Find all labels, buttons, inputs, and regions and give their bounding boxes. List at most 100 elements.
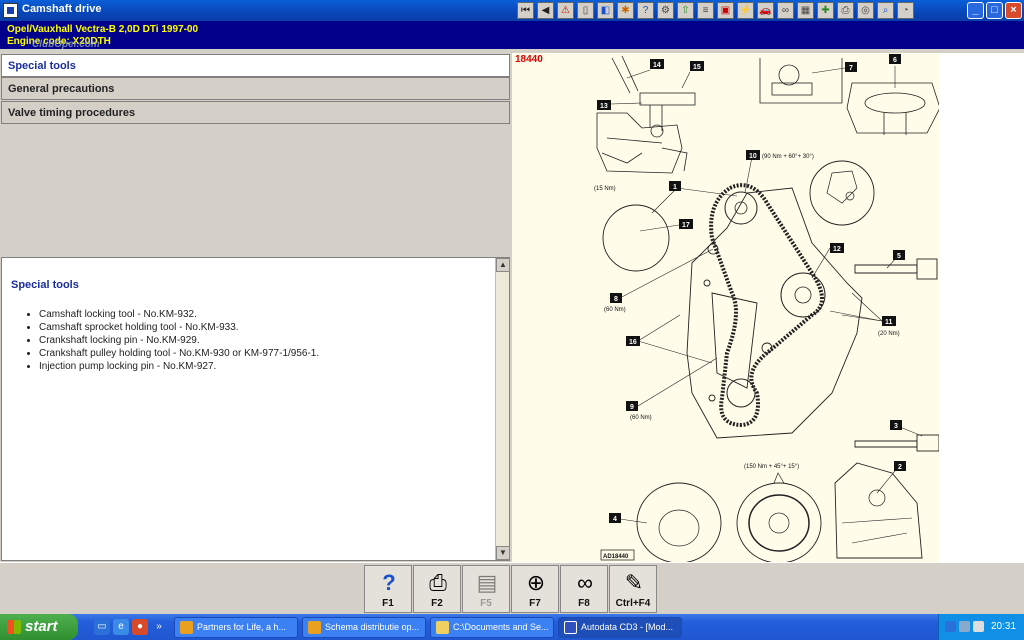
notepad-icon: ✎	[624, 570, 644, 595]
fkey-label: F8	[578, 598, 590, 609]
warning-icon[interactable]: ⚠	[557, 2, 574, 19]
chrome-icon	[180, 621, 193, 634]
torque-label: (90 Nm + 60°+ 30°)	[762, 154, 814, 160]
app-icon[interactable]	[3, 3, 18, 18]
callout-label: 16	[629, 339, 637, 346]
f7-button[interactable]: ⊕ F7	[511, 565, 559, 613]
f1-help-button[interactable]: ? F1	[364, 565, 412, 613]
electrical-icon[interactable]: ⚡	[737, 2, 754, 19]
nav-item-general-precautions[interactable]: General precautions	[1, 77, 510, 100]
f2-print-button[interactable]: ⎙ F2	[413, 565, 461, 613]
desktop-icon[interactable]: ▭	[94, 619, 110, 635]
fkey-label: Ctrl+F4	[615, 598, 651, 609]
timing-diagram: 14 15 13 7 6 10 1 17 12 5 8 11 16 9 3 2 …	[512, 53, 939, 562]
f5-manual-button[interactable]: ▤ F5	[462, 565, 510, 613]
figure-code: AD18440	[603, 554, 629, 560]
clock: 20:31	[991, 621, 1017, 632]
taskbar: start ▭ e ● » Partners for Life, a h... …	[0, 614, 1024, 640]
inset-marks-circle	[809, 160, 875, 226]
close-button[interactable]: ×	[1005, 2, 1022, 19]
pump-locking-pin	[854, 434, 939, 452]
task-label: Partners for Life, a h...	[197, 622, 287, 632]
callout-label: 11	[885, 319, 893, 326]
callout-label: 12	[833, 246, 841, 253]
scroll-up-arrow-icon[interactable]: ▲	[496, 258, 510, 272]
minimize-button[interactable]: _	[967, 2, 984, 19]
wheel-icon[interactable]: ◎	[857, 2, 874, 19]
navigation-back-icon[interactable]: ◀	[537, 2, 554, 19]
navigation-first-icon[interactable]: ⏮	[517, 2, 534, 19]
task-explorer[interactable]: C:\Documents and Se...	[430, 617, 554, 638]
task-label: Autodata CD3 - [Mod...	[581, 622, 674, 632]
callout-label: 9	[630, 404, 634, 411]
inset-detail-circle	[602, 204, 670, 272]
inset-crank-pulley	[636, 482, 722, 562]
tools-icon[interactable]: ✱	[617, 2, 634, 19]
nav-item-special-tools[interactable]: Special tools	[1, 54, 510, 77]
ie-icon[interactable]: e	[113, 619, 129, 635]
callout-label: 1	[673, 184, 677, 191]
pump-hub	[794, 286, 812, 304]
service-icon[interactable]: ✚	[817, 2, 834, 19]
callout-label: 3	[894, 423, 898, 430]
manual-icon[interactable]: ◧	[597, 2, 614, 19]
task-autodata[interactable]: Autodata CD3 - [Mod...	[558, 617, 682, 638]
callout-label: 2	[898, 464, 902, 471]
function-key-bar: ? F1 ⎙ F2 ▤ F5 ⊕ F7 ∞ F8 ✎ Ctrl+F4	[0, 562, 1024, 614]
ctrl-f4-button[interactable]: ✎ Ctrl+F4	[609, 565, 657, 613]
callout-label: 15	[693, 64, 701, 71]
inset-injection-pump	[834, 462, 923, 559]
engine-block	[686, 187, 863, 439]
settings-icon[interactable]: ≡	[697, 2, 714, 19]
gauge-icon[interactable]: ◔	[897, 2, 914, 19]
chart-icon[interactable]: ▦	[797, 2, 814, 19]
belt-icon[interactable]: ∞	[777, 2, 794, 19]
list-item: Camshaft locking tool - No.KM-932.	[39, 308, 319, 321]
belt-icon: ∞	[577, 570, 593, 595]
task-partners[interactable]: Partners for Life, a h...	[174, 617, 298, 638]
callout-label: 8	[614, 296, 618, 303]
torque-label: (60 Nm)	[630, 415, 652, 421]
app-window: Camshaft drive ⏮ ◀ ⚠ ▯ ◧ ✱? ⚙ ⇧ ≡ ▣ ⚡ 🚗 ∞ ▦ ✚ ⎙ ◎ ⌕ ◔ _ □ …	[0, 0, 1024, 640]
network-icon[interactable]	[959, 621, 970, 632]
help-icon[interactable]: ?	[637, 2, 654, 19]
torque-label: (60 Nm)	[604, 307, 626, 313]
printer-icon[interactable]: ⎙	[837, 2, 854, 19]
watermark: ClubOpel.com	[32, 39, 100, 50]
callout-label: 4	[613, 516, 617, 523]
start-button[interactable]: start	[0, 614, 78, 640]
lift-icon[interactable]: ⇧	[677, 2, 694, 19]
list-item: Camshaft sprocket holding tool - No.KM-9…	[39, 321, 319, 334]
scroll-down-arrow-icon[interactable]: ▼	[496, 546, 510, 560]
fkey-label: F1	[382, 598, 394, 609]
system-tray: 20:31	[938, 614, 1024, 640]
special-tools-list: Camshaft locking tool - No.KM-932. Camsh…	[39, 308, 319, 373]
tray-arrow-icon[interactable]	[945, 621, 956, 632]
list-item: Crankshaft pulley holding tool - No.KM-9…	[39, 347, 319, 360]
f8-button[interactable]: ∞ F8	[560, 565, 608, 613]
fkey-label: F5	[480, 598, 492, 609]
camshaft-drive-illustration: 14 15 13 7 6 10 1 17 12 5 8 11 16 9 3 2 …	[594, 54, 939, 562]
manual-icon: ▤	[476, 570, 498, 595]
callouts: 14 15 13 7 6 10 1 17 12 5 8 11 16 9 3 2 …	[597, 54, 906, 523]
task-schema[interactable]: Schema distributie op...	[302, 617, 426, 638]
engine-icon[interactable]: ⚙	[657, 2, 674, 19]
help-icon: ?	[382, 570, 396, 595]
list-item: Injection pump locking pin - No.KM-927.	[39, 360, 319, 373]
list-item: Crankshaft locking pin - No.KM-929.	[39, 334, 319, 347]
maximize-button[interactable]: □	[986, 2, 1003, 19]
nav-item-valve-timing[interactable]: Valve timing procedures	[1, 101, 510, 124]
callout-label: 13	[600, 103, 608, 110]
page-icon[interactable]: ▯	[577, 2, 594, 19]
search-icon[interactable]: ⌕	[877, 2, 894, 19]
folder-icon	[436, 621, 449, 634]
torque-label: (15 Nm)	[594, 186, 616, 192]
quicklaunch-more-icon[interactable]: »	[151, 619, 167, 635]
battery-icon[interactable]: ▣	[717, 2, 734, 19]
car-icon[interactable]: 🚗	[757, 2, 774, 19]
chrome-icon[interactable]: ●	[132, 619, 148, 635]
vertical-scrollbar[interactable]: ▲ ▼	[495, 258, 510, 560]
callout-label: 5	[897, 253, 901, 260]
windows-flag-icon	[7, 620, 21, 634]
volume-icon[interactable]	[973, 621, 984, 632]
